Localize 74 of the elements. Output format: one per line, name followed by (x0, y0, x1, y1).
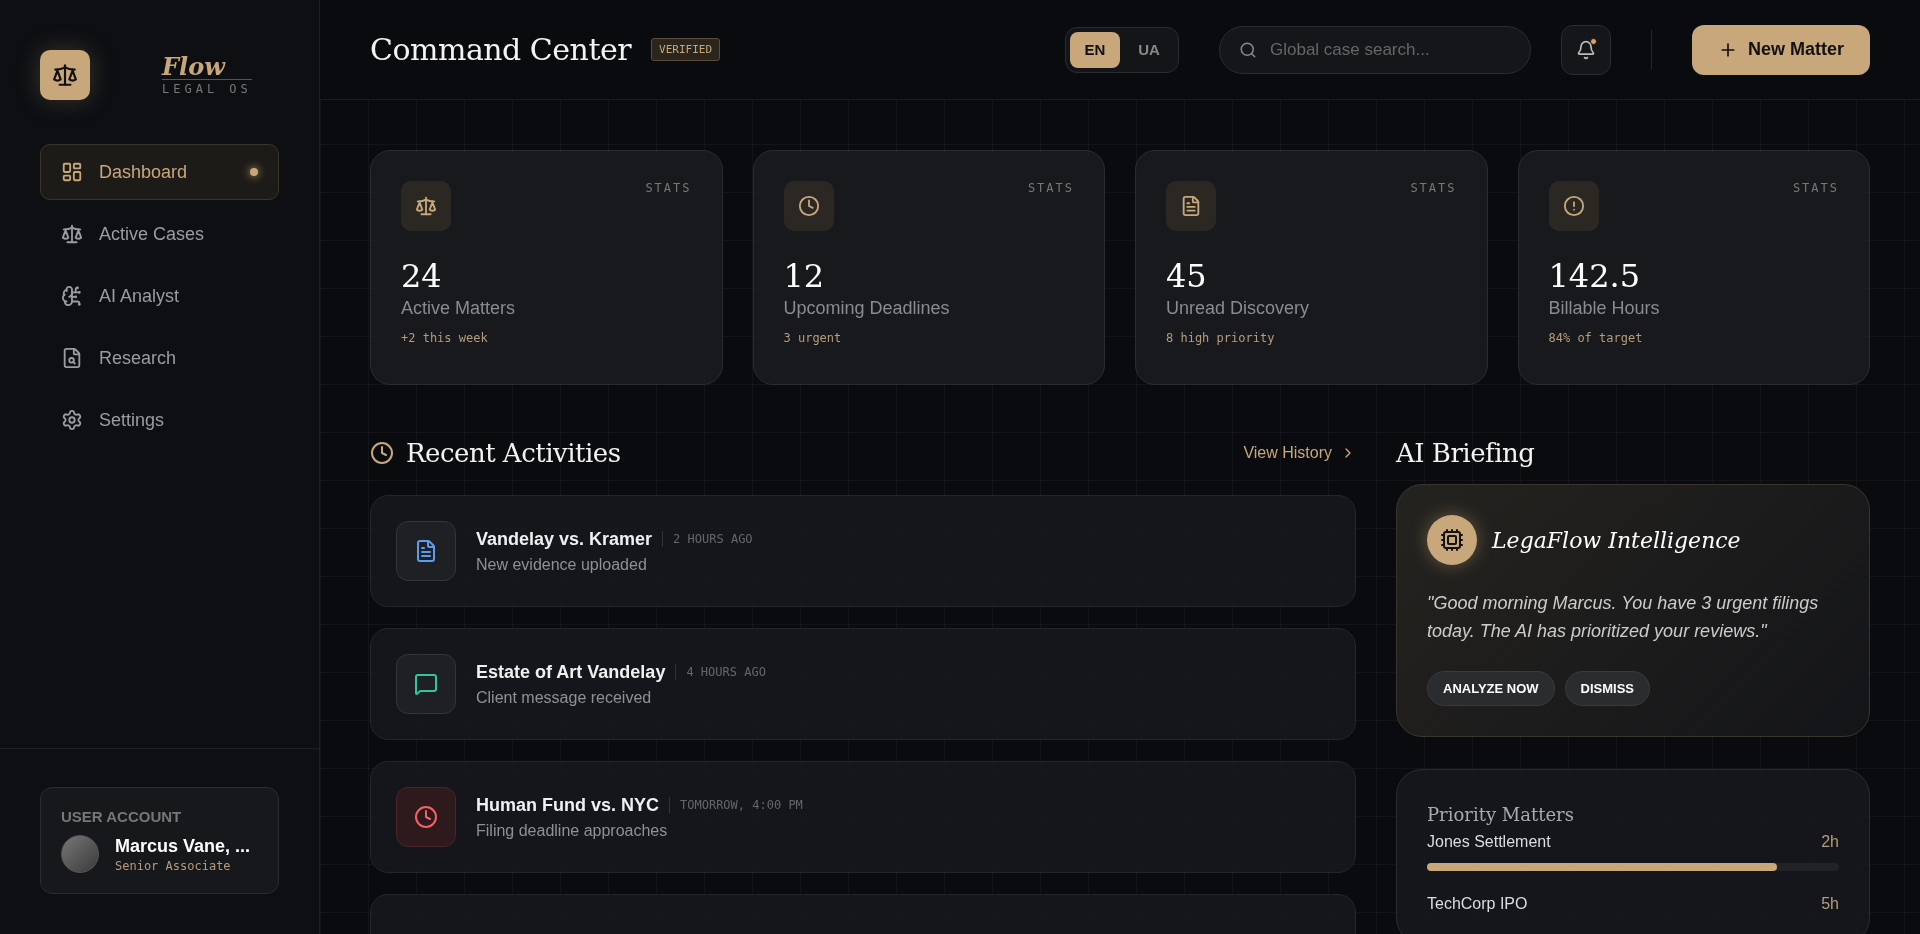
briefing-message: "Good morning Marcus. You have 3 urgent filings today. The AI has prioritized your reviews." (1427, 592, 1820, 643)
stat-value: 24 (401, 259, 443, 295)
activity-title: Human Fund vs. NYC (476, 794, 659, 816)
activity-title: Vandelay vs. Kramer (476, 528, 653, 550)
stat-label: Upcoming Deadlines (783, 298, 951, 320)
bell-icon (1575, 39, 1596, 60)
activity-description: New evidence uploaded (476, 555, 648, 574)
logo-tagline: LEGAL OS (162, 81, 252, 96)
stat-label: Unread Discovery (1166, 298, 1311, 320)
stat-note: 84% of target (1548, 331, 1644, 346)
scale-icon (61, 223, 83, 245)
activity-description: Filing deadline approaches (476, 821, 669, 840)
account-card[interactable]: USER ACCOUNT Marcus Vane, ... Senior Associate (40, 787, 279, 894)
stat-value: 12 (783, 259, 826, 295)
sidebar-item[interactable]: Active Cases (40, 206, 279, 262)
dashboard-icon (61, 161, 83, 183)
avatar (61, 835, 99, 873)
file-search-icon (61, 347, 83, 369)
chip-icon (1427, 515, 1477, 565)
logo-text: Flow (162, 54, 252, 80)
document-icon (414, 539, 438, 563)
stat-tag: STATS (1410, 181, 1457, 195)
section-title: Recent Activities (406, 438, 622, 468)
chat-bubble-icon (414, 672, 438, 696)
activity-title: Estate of Art Vandelay (476, 661, 666, 683)
document-icon (1180, 195, 1202, 217)
stat-tag: STATS (645, 181, 692, 195)
language-button[interactable]: EN (1069, 31, 1120, 68)
matter-name: Jones Settlement (1427, 833, 1551, 851)
stat-label: Active Matters (401, 298, 517, 320)
activity-description: Client message received (476, 688, 653, 707)
user-role: Senior Associate (115, 858, 232, 873)
search-icon (1238, 40, 1257, 59)
scale-icon (415, 195, 437, 217)
new-matter-button[interactable]: New Matter (1691, 24, 1870, 75)
activity-time: 4 HOURS AGO (686, 665, 766, 679)
logo-icon (40, 50, 90, 100)
section-title: AI Briefing (1396, 438, 1536, 468)
user-name: Marcus Vane, ... (115, 835, 251, 857)
sidebar-item[interactable]: Settings (40, 392, 279, 448)
briefing-title: LegaFlow Intelligence (1492, 527, 1741, 553)
priority-title: Priority Matters (1427, 804, 1575, 825)
stat-label: Billable Hours (1548, 298, 1661, 320)
stat-tag: STATS (1027, 181, 1074, 195)
activity-time: 2 HOURS AGO (673, 532, 753, 546)
clock-icon (370, 441, 394, 465)
notification-button[interactable] (1560, 24, 1611, 75)
sidebar-item[interactable]: Dashboard (40, 144, 279, 200)
matter-time: 2h (1821, 833, 1839, 851)
clock-icon (414, 805, 438, 829)
sidebar-item[interactable]: AI Analyst (40, 268, 279, 324)
search-field[interactable]: Global case search... (1218, 25, 1531, 74)
stat-tag: STATS (1792, 181, 1839, 195)
active-dot (250, 168, 258, 176)
stat-note: 8 high priority (1166, 331, 1276, 346)
activity-time: TOMORROW, 4:00 PM (680, 798, 803, 812)
stat-note: +2 this week (401, 331, 489, 346)
page-title: Command Center (370, 32, 632, 67)
account-heading: USER ACCOUNT (61, 808, 183, 825)
stat-value: 142.5 (1548, 259, 1642, 295)
language-button[interactable]: UA (1123, 31, 1174, 68)
sidebar-item[interactable]: Research (40, 330, 279, 386)
matter-name: TechCorp IPO (1427, 895, 1528, 913)
stat-note: 3 urgent (783, 331, 843, 346)
stat-value: 45 (1166, 259, 1208, 295)
view-history-link[interactable]: View History (1243, 444, 1356, 462)
verified-badge: VERIFIED (651, 38, 721, 61)
brain-icon (61, 285, 83, 307)
clock-icon (797, 195, 820, 217)
matter-time: 5h (1821, 895, 1839, 913)
briefing-button[interactable]: DISMISS (1564, 671, 1651, 706)
settings-icon (61, 409, 83, 431)
alert-icon (1562, 195, 1585, 217)
briefing-button[interactable]: ANALYZE NOW (1427, 671, 1555, 706)
